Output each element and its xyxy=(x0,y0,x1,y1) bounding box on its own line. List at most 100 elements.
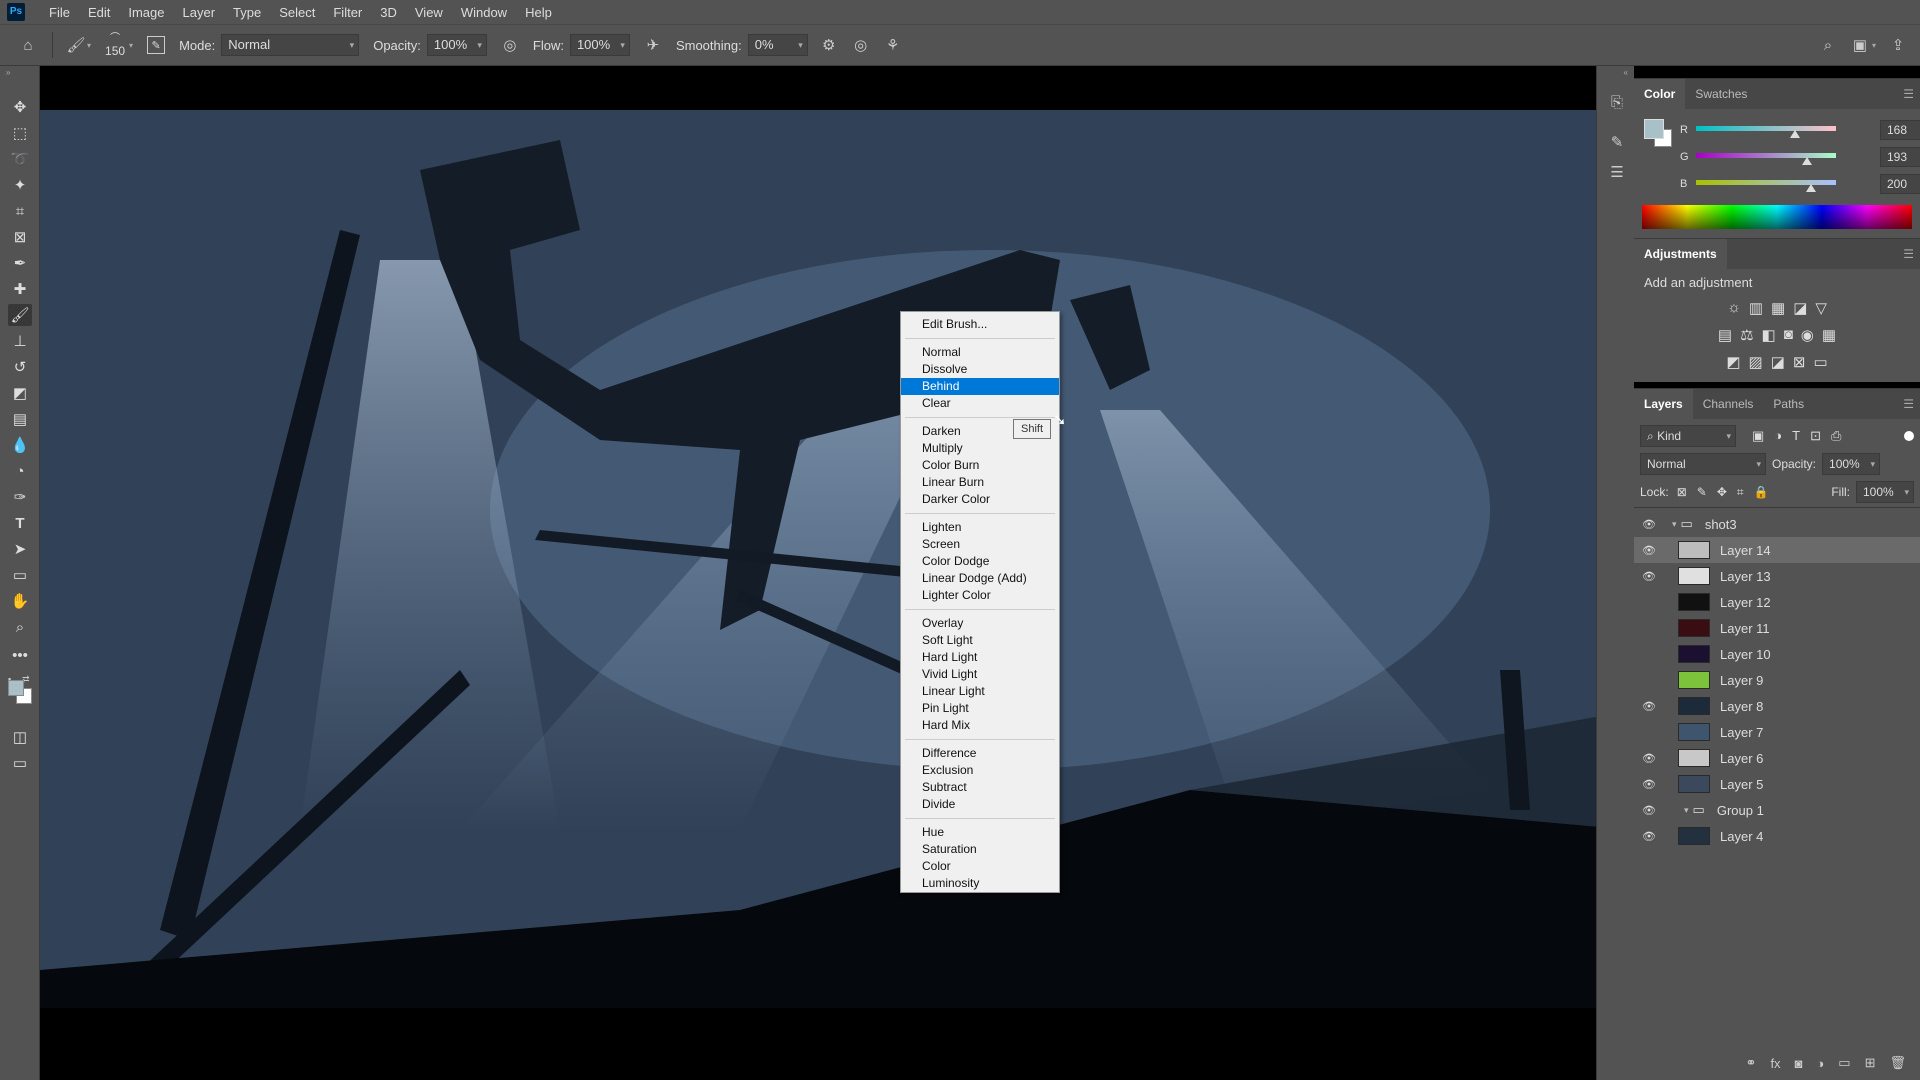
blur-tool-icon[interactable]: 💧 xyxy=(8,434,32,456)
blue-slider[interactable]: B 200 xyxy=(1680,174,1920,197)
history-brush-tool-icon[interactable]: ↺ xyxy=(8,356,32,378)
visibility-eye-icon[interactable]: 👁 xyxy=(1634,518,1664,531)
menu-3d[interactable]: 3D xyxy=(371,5,406,20)
lock-position-icon[interactable]: ✥ xyxy=(1717,485,1727,500)
blend-mode-option[interactable]: Linear Light xyxy=(901,683,1059,700)
layer-kind-filter[interactable]: ⌕ Kind ▾ xyxy=(1640,425,1736,447)
eraser-tool-icon[interactable]: ◩ xyxy=(8,382,32,404)
menu-help[interactable]: Help xyxy=(516,5,561,20)
chevron-down-icon[interactable]: ▾ xyxy=(129,41,133,50)
layer-style-icon[interactable]: fx xyxy=(1770,1056,1780,1071)
pressure-opacity-icon[interactable]: ◎ xyxy=(501,36,519,54)
tab-color[interactable]: Color xyxy=(1634,79,1686,109)
panel-menu-icon[interactable]: ☰ xyxy=(1903,389,1914,419)
threshold-icon[interactable]: ◪ xyxy=(1771,353,1785,371)
menu-type[interactable]: Type xyxy=(224,5,270,20)
blend-mode-option[interactable]: Behind xyxy=(901,378,1059,395)
blend-mode-option[interactable]: Overlay xyxy=(901,615,1059,632)
visibility-eye-icon[interactable]: 👁 xyxy=(1634,830,1664,843)
pen-tool-icon[interactable]: ✑ xyxy=(8,486,32,508)
chevron-down-icon[interactable]: ▾ xyxy=(1672,519,1677,530)
type-tool-icon[interactable]: T xyxy=(8,512,32,534)
chevron-down-icon[interactable]: ▾ xyxy=(1872,41,1876,50)
menu-filter[interactable]: Filter xyxy=(324,5,371,20)
dodge-tool-icon[interactable]: ◔ xyxy=(8,460,32,482)
menu-layer[interactable]: Layer xyxy=(174,5,225,20)
layer-row[interactable]: 👁 Layer 14 xyxy=(1634,537,1920,563)
path-selection-tool-icon[interactable]: ➤ xyxy=(8,538,32,560)
quick-mask-icon[interactable]: ◫ xyxy=(8,726,32,748)
layer-row[interactable]: 👁 Layer 4 xyxy=(1634,823,1920,849)
search-icon[interactable]: ⌕ xyxy=(1818,37,1838,54)
layer-thumbnail[interactable] xyxy=(1678,671,1710,689)
share-icon[interactable]: ⇪ xyxy=(1888,36,1908,54)
visibility-eye-icon[interactable]: 👁 xyxy=(1634,804,1664,817)
layer-row[interactable]: Layer 12 xyxy=(1634,589,1920,615)
blend-mode-option[interactable]: Lighten xyxy=(901,519,1059,536)
layer-blend-mode-dropdown[interactable]: Normal ▾ xyxy=(1640,453,1766,475)
blend-mode-option[interactable]: Soft Light xyxy=(901,632,1059,649)
pixel-filter-icon[interactable]: ▣ xyxy=(1752,428,1764,444)
blend-mode-option[interactable]: Difference xyxy=(901,745,1059,762)
blend-mode-option[interactable]: Subtract xyxy=(901,779,1059,796)
pressure-size-icon[interactable]: ◎ xyxy=(852,36,870,54)
visibility-eye-icon[interactable]: 👁 xyxy=(1634,570,1664,583)
layer-row[interactable]: 👁 Layer 8 xyxy=(1634,693,1920,719)
layer-thumbnail[interactable] xyxy=(1678,645,1710,663)
layer-row[interactable]: 👁 Layer 6 xyxy=(1634,745,1920,771)
layer-name[interactable]: Group 1 xyxy=(1717,803,1920,818)
smart-object-filter-icon[interactable]: ⎙ xyxy=(1831,428,1841,444)
blend-mode-option[interactable]: Exclusion xyxy=(901,762,1059,779)
layer-thumbnail[interactable] xyxy=(1678,697,1710,715)
marquee-tool-icon[interactable]: ⬚ xyxy=(8,122,32,144)
red-slider[interactable]: R 168 xyxy=(1680,120,1920,143)
posterize-icon[interactable]: ▨ xyxy=(1749,353,1763,371)
fill-field[interactable]: 100% ▾ xyxy=(1856,481,1914,503)
document-canvas[interactable] xyxy=(40,66,1634,1080)
blend-mode-option[interactable]: Saturation xyxy=(901,841,1059,858)
layer-thumbnail[interactable] xyxy=(1678,827,1710,845)
hue-saturation-icon[interactable]: ▤ xyxy=(1718,326,1732,344)
menu-file[interactable]: File xyxy=(40,5,79,20)
hand-tool-icon[interactable]: ✋ xyxy=(8,590,32,612)
tab-layers[interactable]: Layers xyxy=(1634,389,1693,419)
vibrance-icon[interactable]: ▽ xyxy=(1815,299,1827,317)
blend-mode-option[interactable]: Normal xyxy=(901,344,1059,361)
add-mask-icon[interactable]: ◙ xyxy=(1795,1056,1803,1071)
filter-toggle-icon[interactable] xyxy=(1904,431,1914,441)
workspace-icon[interactable]: ▣ xyxy=(1850,36,1870,54)
lock-all-icon[interactable]: 🔒 xyxy=(1754,485,1769,500)
color-balance-icon[interactable]: ⚖ xyxy=(1740,326,1753,344)
lock-pixels-icon[interactable]: ✎ xyxy=(1697,485,1707,500)
blend-mode-option[interactable]: Dissolve xyxy=(901,361,1059,378)
artwork-image[interactable] xyxy=(40,110,1634,1008)
collapse-icon[interactable]: « xyxy=(1624,68,1628,77)
adjustment-filter-icon[interactable]: ◑ xyxy=(1774,428,1782,444)
layer-name[interactable]: Layer 12 xyxy=(1720,595,1920,610)
layer-name[interactable]: Layer 11 xyxy=(1720,621,1920,636)
menu-edit[interactable]: Edit xyxy=(79,5,119,20)
type-filter-icon[interactable]: T xyxy=(1792,428,1800,444)
new-layer-icon[interactable]: ⊞ xyxy=(1865,1055,1876,1071)
brush-tool-icon[interactable]: 🖌 xyxy=(8,304,32,326)
layer-thumbnail[interactable] xyxy=(1678,749,1710,767)
invert-icon[interactable]: ◩ xyxy=(1726,353,1740,371)
smoothing-field[interactable]: 0% ▾ xyxy=(747,34,808,56)
visibility-eye-icon[interactable]: 👁 xyxy=(1634,752,1664,765)
layer-row[interactable]: 👁 Layer 13 xyxy=(1634,563,1920,589)
black-white-icon[interactable]: ◧ xyxy=(1762,326,1776,344)
blend-mode-option[interactable]: Pin Light xyxy=(901,700,1059,717)
visibility-eye-icon[interactable]: 👁 xyxy=(1634,544,1664,557)
layer-opacity-field[interactable]: 100% ▾ xyxy=(1822,453,1881,475)
layer-row[interactable]: Layer 10 xyxy=(1634,641,1920,667)
blend-mode-option[interactable]: Color xyxy=(901,858,1059,875)
rectangle-tool-icon[interactable]: ▭ xyxy=(8,564,32,586)
layer-name[interactable]: shot3 xyxy=(1705,517,1920,532)
mode-dropdown[interactable]: Normal ▾ xyxy=(221,34,360,56)
color-lookup-icon[interactable]: ▦ xyxy=(1822,326,1836,344)
selective-color-icon[interactable]: ⊠ xyxy=(1793,353,1806,371)
brush-tool-icon[interactable]: 🖌 xyxy=(66,36,85,54)
layer-row[interactable]: Layer 7 xyxy=(1634,719,1920,745)
properties-panel-icon[interactable]: ☰ xyxy=(1607,162,1627,182)
blend-mode-option[interactable]: Divide xyxy=(901,796,1059,813)
